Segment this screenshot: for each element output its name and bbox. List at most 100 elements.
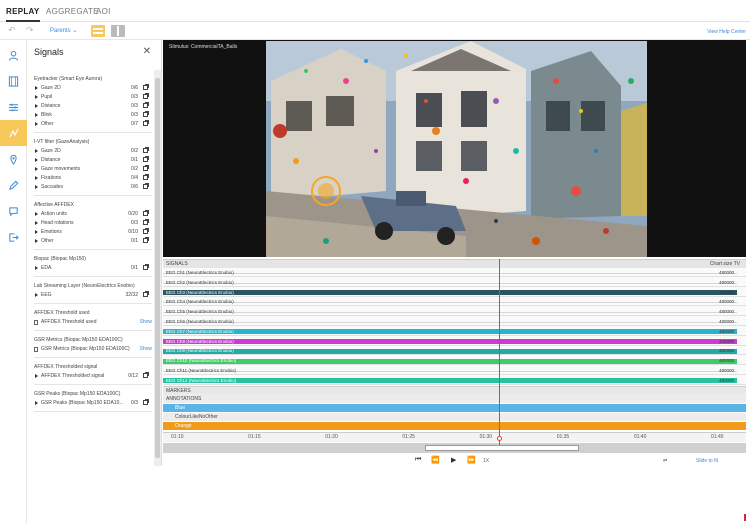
aoi-button[interactable] — [0, 146, 27, 172]
signal-item[interactable]: Saccades 0/6 — [34, 183, 152, 192]
skip-back-icon[interactable]: ⏮ — [415, 456, 421, 464]
eeg-channel-row[interactable]: EEG Ch5 (NeuroElectrics Enobio) 480000 — [163, 308, 746, 317]
play-icon[interactable]: ▶ — [451, 456, 456, 464]
eeg-channel-row[interactable]: EEG Ch3 (NeuroElectrics Enobio) 480000 — [163, 289, 746, 297]
expand-triangle-icon[interactable] — [35, 158, 38, 162]
open-external-icon[interactable] — [143, 183, 149, 189]
eeg-channel-row[interactable]: EEG Ch2 (NeuroElectrics Enobio) 480000 — [163, 279, 746, 287]
comments-button[interactable] — [0, 198, 27, 224]
signal-item[interactable]: Gaze movements 0/2 — [34, 165, 152, 174]
signal-item[interactable]: Fixations 0/4 — [34, 174, 152, 183]
parents-dropdown[interactable]: Parents ⌄ — [50, 27, 77, 34]
show-link[interactable]: Show — [139, 346, 152, 352]
expand-triangle-icon[interactable] — [35, 293, 38, 297]
open-external-icon[interactable] — [143, 264, 149, 270]
open-external-icon[interactable] — [143, 111, 149, 117]
signal-item[interactable]: EDA 0/1 — [34, 264, 152, 273]
expand-triangle-icon[interactable] — [35, 95, 38, 99]
playhead-handle[interactable] — [497, 436, 502, 441]
signal-item[interactable]: Gaze 2D 0/2 — [34, 147, 152, 156]
signals-button[interactable] — [0, 120, 27, 146]
expand-triangle-icon[interactable] — [35, 176, 38, 180]
step-back-icon[interactable]: ⏪ — [431, 456, 440, 464]
tab-aggregate[interactable]: AGGREGATE — [46, 7, 99, 16]
open-external-icon[interactable] — [143, 372, 149, 378]
expand-triangle-icon[interactable] — [35, 149, 38, 153]
open-external-icon[interactable] — [143, 93, 149, 99]
signal-item[interactable]: Gaze 2D 0/6 — [34, 84, 152, 93]
eeg-channel-row[interactable]: EEG Ch9 (NeuroElectrics Enobio) 480000 — [163, 347, 746, 356]
eeg-channel-row[interactable]: EEG Ch10 (NeuroElectrics Enobio) 480000 — [163, 357, 746, 366]
eeg-channel-row[interactable]: EEG Ch12 (NeuroElectrics Enobio) 480000 — [163, 377, 746, 385]
eeg-channel-row[interactable]: EEG Ch7 (NeuroElectrics Enobio) 480000 — [163, 328, 746, 336]
overview-bar[interactable] — [163, 443, 746, 453]
expand-triangle-icon[interactable] — [35, 230, 38, 234]
expand-triangle-icon[interactable] — [35, 113, 38, 117]
stimuli-button[interactable] — [0, 68, 27, 94]
overview-window[interactable] — [425, 445, 579, 451]
signal-item[interactable]: GSR Peaks (Biopac Mp150 EDA10... 0/3 — [34, 399, 152, 408]
eeg-channel-row[interactable]: EEG Ch1 (NeuroElectrics Enobio) 480000 — [163, 269, 746, 277]
signal-item[interactable]: Blink 0/3 — [34, 111, 152, 120]
expand-triangle-icon[interactable] — [35, 212, 38, 216]
annotation-bar[interactable]: Blue — [163, 404, 746, 412]
signal-item[interactable]: Emotions 0/10 — [34, 228, 152, 237]
open-external-icon[interactable] — [143, 174, 149, 180]
expand-triangle-icon[interactable] — [35, 104, 38, 108]
open-external-icon[interactable] — [143, 147, 149, 153]
help-center-link[interactable]: View Help Center — [707, 29, 746, 35]
open-external-icon[interactable] — [143, 291, 149, 297]
stimulus-video[interactable] — [266, 41, 647, 257]
timeline-ruler[interactable]: 01:10 01:15 01:20 01:25 01:30 01:35 01:40 01:45 — [163, 432, 746, 442]
signal-item[interactable]: Distance 0/1 — [34, 156, 152, 165]
layout-split-button[interactable] — [111, 25, 125, 37]
settings-button[interactable] — [0, 94, 27, 120]
redo-icon[interactable]: ↷ — [26, 25, 34, 36]
expand-triangle-icon[interactable] — [35, 86, 38, 90]
signal-item[interactable]: Head rotations 0/3 — [34, 219, 152, 228]
signal-item[interactable]: Distance 0/3 — [34, 102, 152, 111]
close-icon[interactable]: ✕ — [143, 46, 151, 57]
checkbox-icon[interactable] — [34, 320, 38, 325]
show-link[interactable]: Show — [139, 319, 152, 325]
expand-triangle-icon[interactable] — [35, 185, 38, 189]
signal-item[interactable]: Action units 0/20 — [34, 210, 152, 219]
undo-icon[interactable]: ↶ — [8, 25, 16, 36]
eeg-channel-row[interactable]: EEG Ch6 (NeuroElectrics Enobio) 480000 — [163, 318, 746, 326]
open-external-icon[interactable] — [143, 120, 149, 126]
annotate-button[interactable] — [0, 172, 27, 198]
signal-item[interactable]: Other 0/7 — [34, 120, 152, 129]
layout-stacked-button[interactable] — [91, 25, 105, 37]
open-external-icon[interactable] — [143, 84, 149, 90]
chart-size-select[interactable]: Chart size TV — [710, 261, 740, 267]
signal-item[interactable]: AFFDEX Threshold used Show — [34, 319, 152, 327]
playhead-line[interactable] — [499, 259, 500, 445]
eeg-channel-row[interactable]: EEG Ch4 (NeuroElectrics Enobio) 480000 — [163, 298, 746, 307]
tab-replay[interactable]: REPLAY — [6, 7, 40, 16]
tab-aoi[interactable]: AOI — [96, 7, 111, 16]
open-external-icon[interactable] — [143, 156, 149, 162]
export-button[interactable] — [0, 224, 27, 250]
panel-scrollbar[interactable] — [154, 70, 161, 466]
open-external-icon[interactable] — [143, 102, 149, 108]
open-external-icon[interactable] — [143, 237, 149, 243]
speed-select[interactable]: 1X — [483, 458, 489, 464]
open-external-icon[interactable] — [143, 219, 149, 225]
open-external-icon[interactable] — [143, 165, 149, 171]
signal-item[interactable]: Other 0/1 — [34, 237, 152, 246]
expand-triangle-icon[interactable] — [35, 266, 38, 270]
open-external-icon[interactable] — [143, 399, 149, 405]
expand-triangle-icon[interactable] — [35, 221, 38, 225]
expand-triangle-icon[interactable] — [35, 122, 38, 126]
signal-item[interactable]: EEG 32/32 — [34, 291, 152, 300]
eeg-channel-row[interactable]: EEG Ch11 (NeuroElectrics Enobio) 480000 — [163, 367, 746, 375]
annotation-bar[interactable]: Orange — [163, 422, 746, 430]
open-external-icon[interactable] — [143, 210, 149, 216]
signal-item[interactable]: Pupil 0/3 — [34, 93, 152, 102]
annotation-bar[interactable]: ColourLikeNoOther — [163, 413, 746, 421]
expand-triangle-icon[interactable] — [35, 167, 38, 171]
panel-scrollbar-thumb[interactable] — [155, 78, 160, 458]
expand-triangle-icon[interactable] — [35, 401, 38, 405]
zoom-icon[interactable]: ⇄ — [663, 458, 667, 464]
eeg-channel-row[interactable]: EEG Ch8 (NeuroElectrics Enobio) 240000 — [163, 338, 746, 346]
